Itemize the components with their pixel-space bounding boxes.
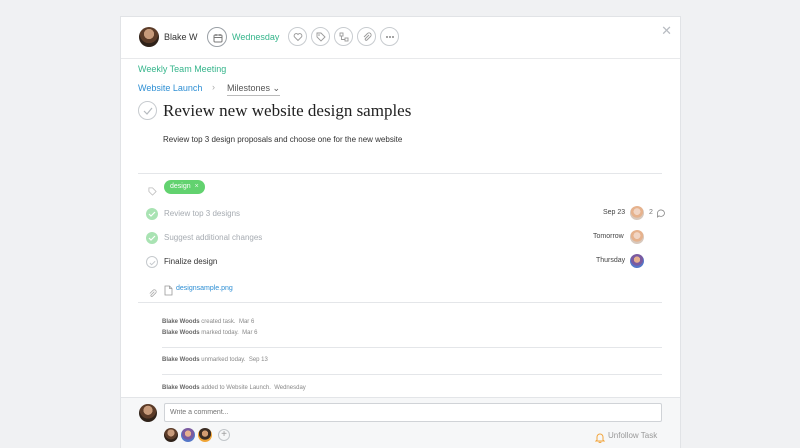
remove-tag-icon[interactable]: × bbox=[195, 183, 199, 190]
attachment-link[interactable]: designsample.png bbox=[176, 285, 233, 292]
tag-label: design bbox=[170, 183, 191, 190]
due-date[interactable]: Wednesday bbox=[232, 32, 279, 42]
more-icon[interactable] bbox=[380, 27, 399, 46]
activity-item: Blake Woods marked today. Mar 6 bbox=[162, 330, 258, 336]
subtask-due[interactable]: Sep 23 bbox=[603, 209, 625, 216]
subtask-assignee-avatar[interactable] bbox=[630, 254, 644, 268]
task-detail-pane: ✕ Blake W Wednesday Weekly Team Meeting … bbox=[120, 16, 681, 448]
activity-date: Mar 6 bbox=[238, 319, 255, 325]
divider bbox=[138, 173, 662, 174]
complete-task-button[interactable] bbox=[138, 101, 157, 120]
file-icon bbox=[164, 283, 173, 301]
activity-date: Mar 6 bbox=[242, 330, 258, 336]
activity-author[interactable]: Blake Woods bbox=[162, 330, 200, 336]
activity-item: Blake Woods added to Website Launch. Wed… bbox=[162, 385, 306, 391]
divider bbox=[162, 374, 662, 375]
breadcrumb-separator: › bbox=[212, 82, 215, 92]
subtask-due[interactable]: Tomorrow bbox=[593, 233, 624, 240]
activity-date: Sep 13 bbox=[248, 357, 268, 363]
subtask-icon[interactable] bbox=[334, 27, 353, 46]
activity-author[interactable]: Blake Woods bbox=[162, 385, 200, 391]
add-follower-button[interactable]: + bbox=[218, 429, 230, 441]
subtask-row[interactable]: Review top 3 designs Sep 23 2 bbox=[121, 204, 680, 226]
activity-action: created task. bbox=[201, 319, 236, 325]
activity-date: Wednesday bbox=[274, 385, 306, 391]
subtask-label[interactable]: Review top 3 designs bbox=[164, 209, 240, 218]
tag-design[interactable]: design × bbox=[164, 180, 205, 194]
subtask-label[interactable]: Suggest additional changes bbox=[164, 233, 262, 242]
divider bbox=[162, 347, 662, 348]
assignee-name[interactable]: Blake W bbox=[164, 32, 198, 42]
activity-author[interactable]: Blake Woods bbox=[162, 319, 200, 325]
paperclip-icon[interactable] bbox=[357, 27, 376, 46]
bell-icon[interactable] bbox=[594, 430, 606, 448]
project-name[interactable]: Weekly Team Meeting bbox=[138, 64, 226, 74]
follower-avatar[interactable] bbox=[164, 428, 178, 442]
paperclip-icon bbox=[148, 285, 157, 303]
subtask-check-icon[interactable] bbox=[146, 208, 158, 220]
heart-icon[interactable] bbox=[288, 27, 307, 46]
unfollow-task-button[interactable]: Unfollow Task bbox=[608, 431, 657, 440]
subtask-row[interactable]: Finalize design Thursday bbox=[121, 252, 680, 274]
comment-count[interactable]: 2 bbox=[649, 209, 653, 216]
breadcrumb-project[interactable]: Website Launch bbox=[138, 83, 202, 93]
divider bbox=[138, 302, 662, 303]
activity-item: Blake Woods unmarked today. Sep 13 bbox=[162, 357, 268, 363]
subtask-assignee-avatar[interactable] bbox=[630, 230, 644, 244]
tag-icon bbox=[148, 183, 157, 201]
activity-action: unmarked today. bbox=[201, 357, 246, 363]
follower-avatar[interactable] bbox=[181, 428, 195, 442]
activity-author[interactable]: Blake Woods bbox=[162, 357, 200, 363]
follower-avatar[interactable] bbox=[198, 428, 212, 442]
current-user-avatar bbox=[139, 404, 157, 422]
task-description[interactable]: Review top 3 design proposals and choose… bbox=[163, 135, 402, 144]
calendar-icon[interactable] bbox=[207, 27, 227, 47]
subtask-check-icon[interactable] bbox=[146, 232, 158, 244]
activity-action: added to Website Launch. bbox=[201, 385, 271, 391]
section-dropdown[interactable]: Milestones ⌄ bbox=[227, 83, 281, 96]
task-header: Blake W Wednesday bbox=[121, 17, 680, 59]
assignee-avatar[interactable] bbox=[139, 27, 159, 47]
subtask-assignee-avatar[interactable] bbox=[630, 206, 644, 220]
activity-action: marked today. bbox=[201, 330, 239, 336]
subtask-check-icon[interactable] bbox=[146, 256, 158, 268]
comment-input[interactable] bbox=[164, 403, 662, 422]
comment-bubble-icon bbox=[657, 209, 665, 218]
tag-icon[interactable] bbox=[311, 27, 330, 46]
subtask-label[interactable]: Finalize design bbox=[164, 257, 217, 266]
task-title[interactable]: Review new website design samples bbox=[163, 101, 411, 121]
subtask-due[interactable]: Thursday bbox=[596, 257, 625, 264]
activity-item: Blake Woods created task. Mar 6 bbox=[162, 319, 254, 325]
subtask-row[interactable]: Suggest additional changes Tomorrow bbox=[121, 228, 680, 250]
comment-footer: + Unfollow Task bbox=[121, 397, 680, 448]
